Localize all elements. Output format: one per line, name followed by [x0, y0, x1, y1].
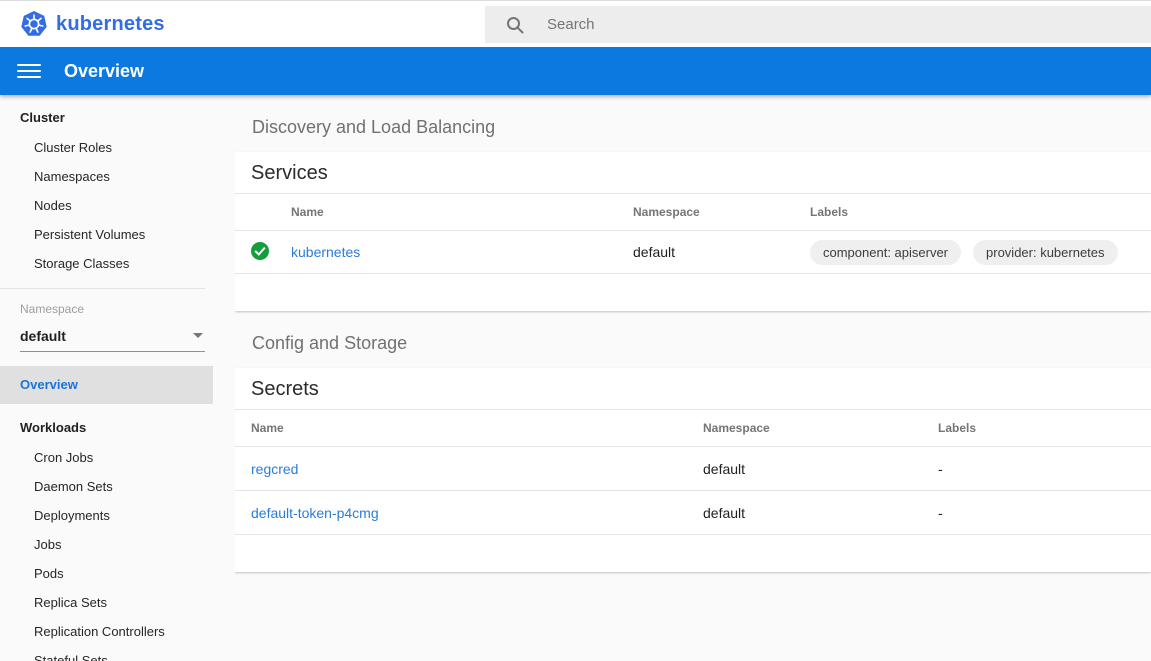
table-row: kubernetes default component: apiserver … [235, 230, 1151, 273]
chevron-down-icon [193, 333, 203, 338]
sidebar-item-persistent-volumes[interactable]: Persistent Volumes [0, 220, 235, 249]
secrets-table-header: Name Namespace Labels [235, 409, 1151, 446]
services-card-title: Services [235, 152, 1151, 193]
secrets-card: Secrets Name Namespace Labels regcred de… [235, 368, 1151, 572]
sidebar-item-replication-controllers[interactable]: Replication Controllers [0, 617, 235, 646]
secret-link-regcred[interactable]: regcred [251, 461, 298, 477]
column-header-labels: Labels [938, 421, 1151, 435]
sidebar-item-stateful-sets[interactable]: Stateful Sets [0, 646, 235, 661]
sidebar-item-overview[interactable]: Overview [0, 366, 213, 404]
column-header-namespace: Namespace [633, 205, 810, 219]
secrets-card-footer [235, 534, 1151, 572]
sidebar-item-nodes[interactable]: Nodes [0, 191, 235, 220]
secret-labels: - [938, 461, 1151, 477]
namespace-label: Namespace [0, 302, 235, 316]
kubernetes-logo-icon [20, 10, 48, 38]
app-window: kubernetes Overview Cluster Cluster Role… [0, 0, 1151, 661]
secrets-card-title: Secrets [235, 368, 1151, 409]
brand-name: kubernetes [56, 13, 165, 36]
column-header-name: Name [291, 205, 633, 219]
namespace-selected-value: default [20, 328, 66, 344]
column-header-name: Name [251, 421, 703, 435]
table-row: default-token-p4cmg default - [235, 490, 1151, 534]
services-table-header: Name Namespace Labels [235, 193, 1151, 230]
menu-icon[interactable] [17, 60, 41, 82]
service-link-kubernetes[interactable]: kubernetes [291, 244, 360, 260]
toolbar: Overview [0, 47, 1151, 95]
app-header: kubernetes [0, 0, 1151, 47]
column-header-labels: Labels [810, 205, 1151, 219]
sidebar-item-cron-jobs[interactable]: Cron Jobs [0, 443, 235, 472]
sidebar-header-workloads: Workloads [0, 413, 235, 443]
search-icon [505, 15, 525, 35]
sidebar-item-storage-classes[interactable]: Storage Classes [0, 249, 235, 278]
brand-home-link[interactable]: kubernetes [20, 10, 165, 38]
namespace-select[interactable]: default [20, 320, 205, 352]
sidebar-item-daemon-sets[interactable]: Daemon Sets [0, 472, 235, 501]
column-header-namespace: Namespace [703, 421, 938, 435]
label-chip: provider: kubernetes [973, 240, 1118, 265]
secret-labels: - [938, 505, 1151, 521]
sidebar-header-cluster: Cluster [0, 103, 235, 133]
sidebar-divider [0, 288, 205, 289]
sidebar-item-namespaces[interactable]: Namespaces [0, 162, 235, 191]
label-chip: component: apiserver [810, 240, 961, 265]
services-card-footer [235, 273, 1151, 311]
secret-link-default-token[interactable]: default-token-p4cmg [251, 505, 379, 521]
service-namespace: default [633, 244, 810, 260]
search-bar[interactable] [485, 6, 1151, 43]
sidebar: Cluster Cluster Roles Namespaces Nodes P… [0, 95, 235, 661]
sidebar-item-replica-sets[interactable]: Replica Sets [0, 588, 235, 617]
sidebar-item-jobs[interactable]: Jobs [0, 530, 235, 559]
sidebar-item-cluster-roles[interactable]: Cluster Roles [0, 133, 235, 162]
main-content: Discovery and Load Balancing Services Na… [235, 95, 1151, 661]
service-labels: component: apiserver provider: kubernete… [810, 240, 1151, 265]
search-input[interactable] [547, 16, 1151, 33]
secret-namespace: default [703, 505, 938, 521]
page-title: Overview [64, 61, 144, 82]
sidebar-item-deployments[interactable]: Deployments [0, 501, 235, 530]
services-card: Services Name Namespace Labels kubernete… [235, 152, 1151, 311]
section-heading-config: Config and Storage [252, 333, 1151, 354]
section-heading-discovery: Discovery and Load Balancing [252, 117, 1151, 138]
status-ok-icon [251, 242, 269, 260]
secret-namespace: default [703, 461, 938, 477]
table-row: regcred default - [235, 446, 1151, 490]
sidebar-item-pods[interactable]: Pods [0, 559, 235, 588]
